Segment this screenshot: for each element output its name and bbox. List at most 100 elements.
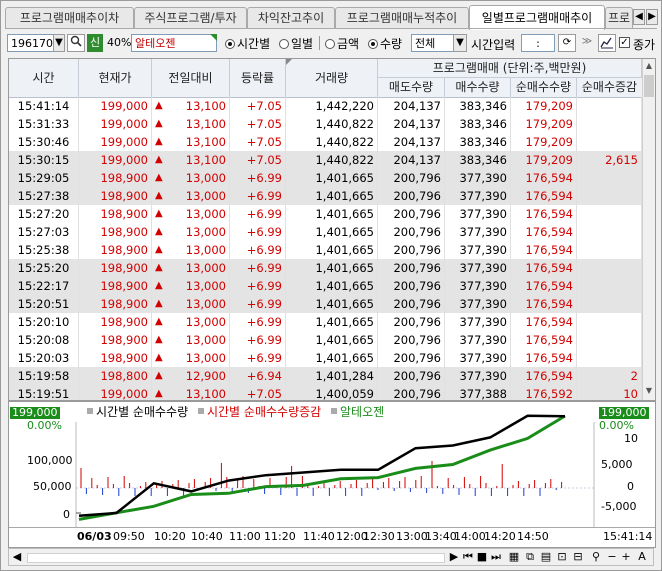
program-chart[interactable]: 시간별 순매수수량 시간별 순매수수량증감 알테오젠 199,000 0.00%… (8, 401, 656, 548)
table-row[interactable]: 15:19:51 199,000 ▲ 13,100 +7.05 1,400,059 200,… (9, 385, 642, 400)
table-cell-rate: +7.05 (230, 385, 286, 400)
table-cell-price: 198,900 (79, 259, 152, 277)
zoom-in-icon[interactable]: + (619, 550, 633, 564)
time-input[interactable]: : (521, 34, 555, 52)
table-cell-rate: +6.99 (230, 241, 286, 259)
stock-code-dropdown-icon[interactable]: ▼ (53, 34, 65, 52)
cell-text: 199,000 (100, 117, 148, 131)
chart-setting-icon[interactable]: ▤ (539, 550, 553, 564)
table-cell-buy: 377,390 (445, 223, 511, 241)
cell-text: 1,401,665 (315, 225, 374, 239)
table-cell-rate: +6.94 (230, 367, 286, 385)
scroll-left-icon[interactable]: ◀ (10, 550, 24, 564)
table-row[interactable]: 15:27:03 198,900 ▲ 13,000 +6.99 1,401,665 200,… (9, 223, 642, 241)
fast-forward-icon[interactable]: ≫ (578, 34, 596, 52)
table-cell-buy: 377,390 (445, 205, 511, 223)
table-row[interactable]: 15:22:17 198,900 ▲ 13,000 +6.99 1,401,665 200,… (9, 277, 642, 295)
table-scrollbar[interactable]: ▲ ▼ (642, 59, 655, 400)
col-net-change[interactable]: 순매수증감 (577, 78, 642, 97)
cell-text: 200,796 (393, 279, 441, 293)
table-row[interactable]: 15:27:20 198,900 ▲ 13,000 +6.99 1,401,665 200,… (9, 205, 642, 223)
tab-program-trading-chart[interactable]: 프로그램매매추이차 (5, 7, 134, 28)
col-time[interactable]: 시간 (9, 59, 79, 97)
table-cell-change: ▲ 13,000 (152, 223, 230, 241)
table-cell-delta (577, 313, 642, 331)
refresh-icon[interactable]: ⟳ (558, 34, 576, 52)
col-rate[interactable]: 등락률 (230, 59, 286, 97)
col-price[interactable]: 현재가 (79, 59, 152, 97)
table-row[interactable]: 15:30:46 199,000 ▲ 13,100 +7.05 1,440,822 204,… (9, 133, 642, 151)
table-row[interactable]: 15:41:14 199,000 ▲ 13,100 +7.05 1,442,220 204,… (9, 97, 642, 115)
chart-copy-icon[interactable]: ⧉ (523, 550, 537, 564)
tab-stock-program-investor[interactable]: 주식프로그램/투자 (134, 7, 247, 28)
close-price-checkbox[interactable]: ✓ (619, 37, 630, 48)
scroll-down-icon[interactable]: ▼ (644, 386, 654, 398)
table-row[interactable]: 15:20:08 198,900 ▲ 13,000 +6.99 1,401,665 200,… (9, 331, 642, 349)
zoom-out-icon[interactable]: − (605, 550, 619, 564)
table-cell-price: 199,000 (79, 97, 152, 115)
tab-program-cumulative[interactable]: 프로그램매매누적추이 (335, 7, 469, 28)
table-cell-net: 176,594 (511, 313, 577, 331)
zoom-icon[interactable]: ⚲ (589, 550, 603, 564)
forward-icon[interactable]: ⏭ (489, 550, 503, 564)
radio-period-daily[interactable]: 일별 (279, 35, 313, 52)
table-cell-price: 199,000 (79, 385, 152, 400)
rewind-icon[interactable]: ⏮ (461, 550, 475, 564)
table-cell-buy: 383,346 (445, 97, 511, 115)
table-row[interactable]: 15:20:51 198,900 ▲ 13,000 +6.99 1,401,665 200,… (9, 295, 642, 313)
market-dropdown-icon[interactable]: ▼ (453, 34, 467, 52)
search-icon[interactable] (67, 34, 85, 52)
table-row[interactable]: 15:29:05 198,900 ▲ 13,000 +6.99 1,401,665 200,… (9, 169, 642, 187)
col-volume[interactable]: 거래량 (286, 59, 378, 97)
table-row[interactable]: 15:31:33 199,000 ▲ 13,100 +7.05 1,440,822 204,… (9, 115, 642, 133)
cell-text: 12,900 (185, 369, 226, 383)
tab-daily-program-trading[interactable]: 일별프로그램매매추이 (469, 5, 605, 30)
tab-arbitrage-balance[interactable]: 차익잔고추이 (247, 7, 335, 28)
cell-text: 377,390 (459, 225, 507, 239)
text-size-icon[interactable]: A (635, 550, 649, 564)
table-row[interactable]: 15:20:03 198,900 ▲ 13,000 +6.99 1,401,665 200,… (9, 349, 642, 367)
x-date-label: 06/03 (77, 530, 112, 543)
chart-scroll-track[interactable] (27, 553, 445, 563)
scroll-up-icon[interactable]: ▲ (644, 61, 654, 73)
tab-scroll-left-icon[interactable]: ◀ (633, 9, 645, 25)
chart-export-icon[interactable]: ⊡ (555, 550, 569, 564)
col-sell-qty[interactable]: 매도수량 (378, 78, 445, 97)
stock-name-field[interactable]: 알테오젠 (131, 34, 217, 52)
table-cell-net: 176,594 (511, 331, 577, 349)
stock-code-input[interactable]: 196170 (7, 34, 57, 52)
radio-period-time[interactable]: 시간별 (225, 35, 270, 52)
play-icon[interactable]: ▶ (447, 550, 461, 564)
col-buy-qty[interactable]: 매수수량 (445, 78, 511, 97)
table-cell-net: 176,594 (511, 187, 577, 205)
grid-view-icon[interactable]: ▦ (507, 550, 521, 564)
table-row[interactable]: 15:27:38 198,900 ▲ 13,000 +6.99 1,401,665 200,… (9, 187, 642, 205)
radio-unit-amount[interactable]: 금액 (325, 35, 359, 52)
table-cell-sell: 204,137 (378, 151, 445, 169)
close-price-label: 종가 (633, 38, 656, 52)
cell-text: 1,442,220 (315, 99, 374, 113)
scroll-thumb[interactable] (644, 75, 654, 97)
table-row[interactable]: 15:20:10 198,900 ▲ 13,000 +6.99 1,401,665 200,… (9, 313, 642, 331)
table-row[interactable]: 15:25:38 198,900 ▲ 13,000 +6.99 1,401,665 200,… (9, 241, 642, 259)
cell-text: 179,209 (525, 99, 573, 113)
chart-compare-icon[interactable]: ⊟ (571, 550, 585, 564)
table-row[interactable]: 15:19:58 198,800 ▲ 12,900 +6.94 1,401,284 200,… (9, 367, 642, 385)
col-net-qty[interactable]: 순매수수량 (511, 78, 577, 97)
table-cell-delta (577, 115, 642, 133)
cell-text: 13,100 (185, 153, 226, 167)
chart-plot[interactable] (9, 402, 655, 527)
table-row[interactable]: 15:30:15 199,000 ▲ 13,100 +7.05 1,440,822 204,… (9, 151, 642, 169)
chart-toggle-icon[interactable] (598, 34, 616, 52)
table-row[interactable]: 15:25:20 198,900 ▲ 13,000 +6.99 1,401,665 200,… (9, 259, 642, 277)
table-cell-buy: 377,390 (445, 259, 511, 277)
tab-scroll-right-icon[interactable]: ▶ (646, 9, 658, 25)
cell-text: 15:20:08 (17, 333, 70, 347)
radio-unit-quantity[interactable]: 수량 (368, 35, 402, 52)
col-change[interactable]: 전일대비 (152, 59, 230, 97)
table-cell-change: ▲ 13,000 (152, 313, 230, 331)
tab-program-overflow[interactable]: 프로 (605, 7, 633, 28)
stop-icon[interactable]: ■ (475, 550, 489, 564)
cell-text: 179,209 (525, 135, 573, 149)
x-tick-label: 11:40 (303, 530, 335, 543)
